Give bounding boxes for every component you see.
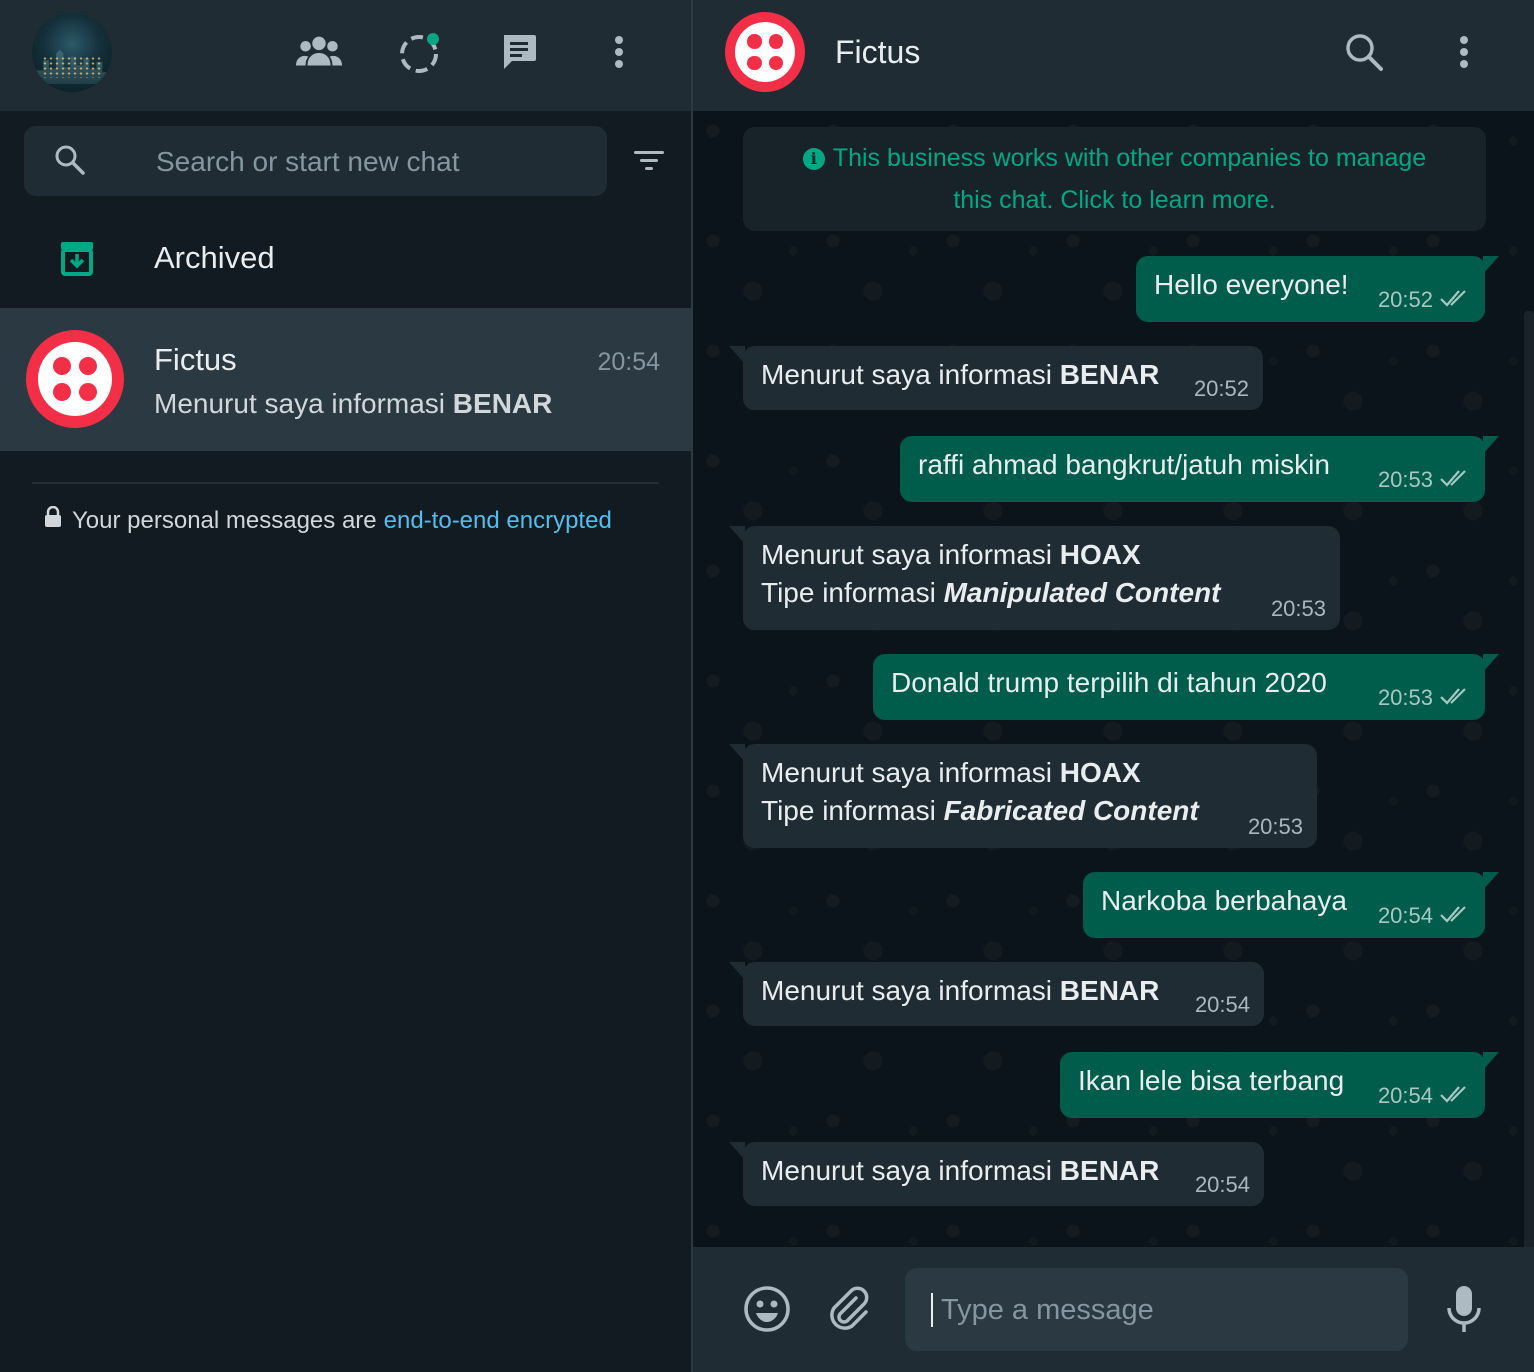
- conversation-panel: Fictus i This business works with other c…: [693, 0, 1534, 1372]
- business-notice[interactable]: i This business works with other companie…: [743, 127, 1486, 231]
- search-input[interactable]: [154, 126, 598, 198]
- contact-avatar[interactable]: [725, 12, 805, 92]
- scrollbar[interactable]: [1524, 311, 1534, 1247]
- message-incoming[interactable]: Menurut saya informasi BENAR 20:54: [729, 1142, 1264, 1206]
- encryption-notice: Your personal messages are end-to-end en…: [44, 505, 612, 535]
- message-incoming[interactable]: Menurut saya informasi HOAX Tipe informa…: [729, 526, 1340, 630]
- chat-list-item[interactable]: Fictus 20:54 Menurut saya informasi BENA…: [0, 308, 691, 451]
- communities-icon[interactable]: [295, 28, 343, 76]
- emoji-icon[interactable]: [741, 1283, 793, 1335]
- double-check-icon: [1439, 468, 1471, 492]
- message-outgoing[interactable]: Donald trump terpilih di tahun 2020 20:5…: [873, 654, 1499, 720]
- chat-name: Fictus: [154, 342, 237, 377]
- encryption-link[interactable]: end-to-end encrypted: [384, 507, 612, 535]
- conversation-header[interactable]: Fictus: [693, 0, 1534, 111]
- lock-icon: [44, 505, 62, 535]
- contact-name: Fictus: [835, 34, 921, 70]
- menu-icon[interactable]: [595, 28, 643, 76]
- search-icon[interactable]: [1340, 28, 1388, 76]
- message-outgoing[interactable]: Narkoba berbahaya 20:54: [1083, 872, 1499, 938]
- chat-preview: Menurut saya informasi BENAR: [154, 388, 553, 419]
- message-incoming[interactable]: Menurut saya informasi BENAR 20:52: [729, 346, 1263, 410]
- message-composer: [905, 1268, 1408, 1353]
- chat-time: 20:54: [597, 348, 660, 376]
- double-check-icon: [1439, 1084, 1471, 1108]
- double-check-icon: [1439, 904, 1471, 928]
- search-bar: [24, 126, 607, 198]
- attach-icon[interactable]: [823, 1283, 875, 1335]
- message-outgoing[interactable]: raffi ahmad bangkrut/jatuh miskin 20:53: [900, 436, 1499, 502]
- archived-row[interactable]: Archived: [0, 212, 691, 308]
- message-incoming[interactable]: Menurut saya informasi HOAX Tipe informa…: [729, 744, 1317, 848]
- double-check-icon: [1439, 686, 1471, 710]
- new-chat-icon[interactable]: [495, 28, 543, 76]
- archive-icon: [56, 238, 98, 285]
- status-icon[interactable]: [395, 28, 443, 76]
- search-icon[interactable]: [54, 144, 86, 181]
- menu-icon[interactable]: [1440, 28, 1488, 76]
- composer-bar: [693, 1247, 1534, 1372]
- chat-avatar: [26, 330, 124, 428]
- microphone-icon[interactable]: [1438, 1283, 1490, 1335]
- sidebar: Archived Fictus 20:54 Menurut saya infor…: [0, 0, 691, 1372]
- filter-icon[interactable]: [625, 140, 673, 182]
- info-icon: i: [802, 148, 825, 171]
- message-list[interactable]: i This business works with other companie…: [693, 111, 1534, 1247]
- message-incoming[interactable]: Menurut saya informasi BENAR 20:54: [729, 962, 1264, 1026]
- double-check-icon: [1439, 288, 1471, 312]
- archived-label: Archived: [154, 240, 275, 275]
- message-input[interactable]: [929, 1268, 1403, 1353]
- my-avatar[interactable]: [32, 12, 112, 92]
- message-outgoing[interactable]: Ikan lele bisa terbang 20:54: [1060, 1052, 1499, 1118]
- sidebar-header: [0, 0, 691, 111]
- message-outgoing[interactable]: Hello everyone! 20:52: [1136, 256, 1499, 322]
- divider: [32, 482, 659, 484]
